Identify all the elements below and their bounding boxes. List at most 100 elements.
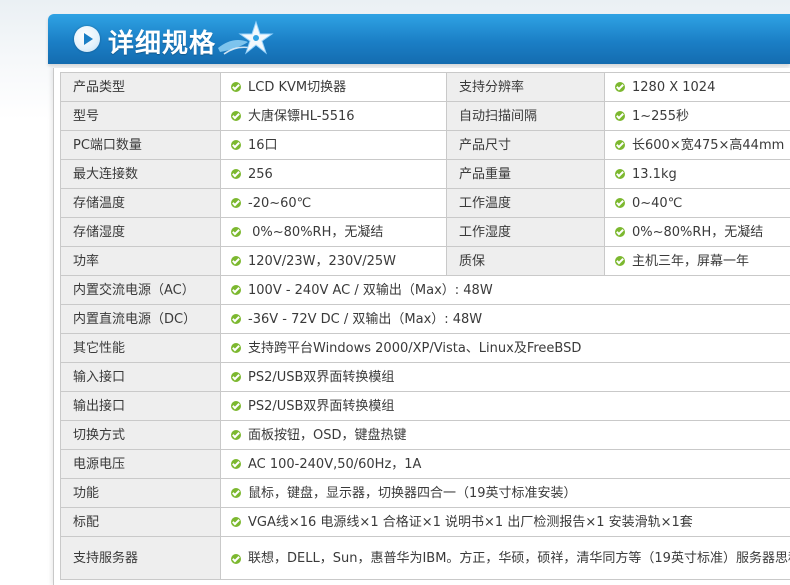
spec-value: 长600×宽475×高44mm <box>604 130 790 160</box>
spec-label-text: 电源电压 <box>73 456 126 472</box>
table-row: 最大连接数 256 产品重量 13.1kg <box>60 159 790 189</box>
table-row: 内置直流电源（DC） -36V - 72V DC / 双输出（Max）: 48W <box>60 304 790 334</box>
spec-label-text: 输入接口 <box>73 369 126 385</box>
spec-value: 1280 X 1024 <box>604 72 790 102</box>
spec-value-text: -20~60℃ <box>248 195 312 211</box>
spec-value: 0%~80%RH，无凝结 <box>220 217 447 247</box>
spec-label: 支持服务器 <box>60 536 221 580</box>
spec-value: 1~255秒 <box>604 101 790 131</box>
spec-value-text: PS2/USB双界面转换模组 <box>248 369 395 385</box>
spec-value: -36V - 72V DC / 双输出（Max）: 48W <box>220 304 790 334</box>
spec-value-text: 主机三年，屏幕一年 <box>632 253 750 269</box>
spec-label-text: 自动扫描间隔 <box>459 108 538 124</box>
check-circle-icon <box>615 139 625 150</box>
spec-value-text: AC 100-240V,50/60Hz，1A <box>248 456 422 472</box>
spec-value: AC 100-240V,50/60Hz，1A <box>220 449 790 479</box>
spec-value-text: 鼠标，键盘，显示器，切换器四合一（19英寸标准安装） <box>248 485 577 501</box>
spec-value: PS2/USB双界面转换模组 <box>220 391 790 421</box>
spec-label-text: 质保 <box>459 253 486 269</box>
spec-label-text: 产品尺寸 <box>459 137 512 153</box>
spec-label: 输入接口 <box>60 362 221 392</box>
spec-label: 电源电压 <box>60 449 221 479</box>
spec-label: 自动扫描间隔 <box>446 101 605 131</box>
spec-label: 最大连接数 <box>60 159 221 189</box>
check-circle-icon <box>231 226 241 237</box>
spec-label: 切换方式 <box>60 420 221 450</box>
starfish-icon <box>218 20 274 55</box>
table-row: 存储湿度 0%~80%RH，无凝结 工作湿度 0%~80%RH，无凝结 <box>60 217 790 247</box>
spec-label-text: 产品类型 <box>73 79 126 95</box>
spec-value-text: 1280 X 1024 <box>632 79 716 95</box>
spec-value: 鼠标，键盘，显示器，切换器四合一（19英寸标准安装） <box>220 478 790 508</box>
spec-value: 100V - 240V AC / 双输出（Max）: 48W <box>220 275 790 305</box>
check-circle-icon <box>231 284 241 295</box>
spec-value-text: 120V/23W，230V/25W <box>248 253 396 269</box>
check-circle-icon <box>231 139 241 150</box>
spec-label-text: 存储温度 <box>73 195 126 211</box>
spec-value: LCD KVM切换器 <box>220 72 447 102</box>
check-circle-icon <box>615 226 625 237</box>
spec-table: 产品类型 LCD KVM切换器 支持分辨率 1280 X 1024 型号 大唐保镖HL-5… <box>60 72 790 580</box>
spec-value-text: 0%~80%RH，无凝结 <box>632 224 764 240</box>
section-header: 详细规格 <box>48 14 790 64</box>
check-circle-icon <box>231 168 241 179</box>
spec-label-text: 内置直流电源（DC） <box>73 311 197 327</box>
spec-label: 其它性能 <box>60 333 221 363</box>
table-row: 输出接口 PS2/USB双界面转换模组 <box>60 391 790 421</box>
spec-value-text: 面板按钮，OSD，键盘热键 <box>248 427 407 443</box>
table-row: PC端口数量 16口 产品尺寸 长600×宽475×高44mm <box>60 130 790 160</box>
check-circle-icon <box>231 110 241 121</box>
check-circle-icon <box>231 342 241 353</box>
spec-label: 产品重量 <box>446 159 605 189</box>
spec-label-text: 存储湿度 <box>73 224 126 240</box>
spec-label-text: 内置交流电源（AC） <box>73 282 195 298</box>
check-circle-icon <box>231 197 241 208</box>
spec-value: 120V/23W，230V/25W <box>220 246 447 276</box>
spec-value: -20~60℃ <box>220 188 447 218</box>
table-row: 型号 大唐保镖HL-5516 自动扫描间隔 1~255秒 <box>60 101 790 131</box>
table-row: 切换方式 面板按钮，OSD，键盘热键 <box>60 420 790 450</box>
table-row: 存储温度 -20~60℃ 工作温度 0~40℃ <box>60 188 790 218</box>
table-row: 内置交流电源（AC） 100V - 240V AC / 双输出（Max）: 48W <box>60 275 790 305</box>
spec-value: 面板按钮，OSD，键盘热键 <box>220 420 790 450</box>
spec-value: 大唐保镖HL-5516 <box>220 101 447 131</box>
spec-label-text: 型号 <box>73 108 100 124</box>
spec-value: 256 <box>220 159 447 189</box>
spec-label: 存储湿度 <box>60 217 221 247</box>
spec-value-text: 支持跨平台Windows 2000/XP/Vista、Linux及FreeBSD <box>248 340 582 356</box>
spec-label-text: 支持服务器 <box>73 550 139 566</box>
spec-label: 内置直流电源（DC） <box>60 304 221 334</box>
spec-value-text: 大唐保镖HL-5516 <box>248 108 355 124</box>
check-circle-icon <box>615 168 625 179</box>
spec-value-text: LCD KVM切换器 <box>248 79 347 95</box>
check-circle-icon <box>231 400 241 411</box>
spec-label: 型号 <box>60 101 221 131</box>
spec-label-text: 工作湿度 <box>459 224 512 240</box>
table-row: 标配 VGA线×16 电源线×1 合格证×1 说明书×1 出厂检测报告×1 安装滑… <box>60 507 790 537</box>
spec-label: 产品尺寸 <box>446 130 605 160</box>
spec-label-text: 工作温度 <box>459 195 512 211</box>
spec-label: 功能 <box>60 478 221 508</box>
table-row: 功率 120V/23W，230V/25W 质保 主机三年，屏幕一年 <box>60 246 790 276</box>
table-row: 输入接口 PS2/USB双界面转换模组 <box>60 362 790 392</box>
check-circle-icon <box>615 197 625 208</box>
check-circle-icon <box>231 516 241 527</box>
spec-value: VGA线×16 电源线×1 合格证×1 说明书×1 出厂检测报告×1 安装滑轨×… <box>220 507 790 537</box>
spec-grid: 产品类型 LCD KVM切换器 支持分辨率 1280 X 1024 型号 大唐保镖HL-5… <box>60 72 790 276</box>
check-circle-icon <box>231 313 241 324</box>
spec-label-text: 功能 <box>73 485 100 501</box>
spec-value: 0~40℃ <box>604 188 790 218</box>
spec-label: 功率 <box>60 246 221 276</box>
spec-value: 联想，DELL，Sun，惠普华为IBM。方正，华硕，硕祥，清华同方等（19英寸标… <box>220 536 790 580</box>
spec-label: 产品类型 <box>60 72 221 102</box>
spec-value-text: 长600×宽475×高44mm <box>632 137 785 153</box>
table-row: 支持服务器 联想，DELL，Sun，惠普华为IBM。方正，华硕，硕祥，清华同方等（… <box>60 536 790 580</box>
spec-label-text: 标配 <box>73 514 100 530</box>
spec-label-text: PC端口数量 <box>73 137 142 153</box>
section-title: 详细规格 <box>108 29 217 59</box>
table-row: 其它性能 支持跨平台Windows 2000/XP/Vista、Linux及Fre… <box>60 333 790 363</box>
spec-label-text: 产品重量 <box>459 166 512 182</box>
spec-value: 支持跨平台Windows 2000/XP/Vista、Linux及FreeBSD <box>220 333 790 363</box>
spec-value: 16口 <box>220 130 447 160</box>
spec-label: 存储温度 <box>60 188 221 218</box>
